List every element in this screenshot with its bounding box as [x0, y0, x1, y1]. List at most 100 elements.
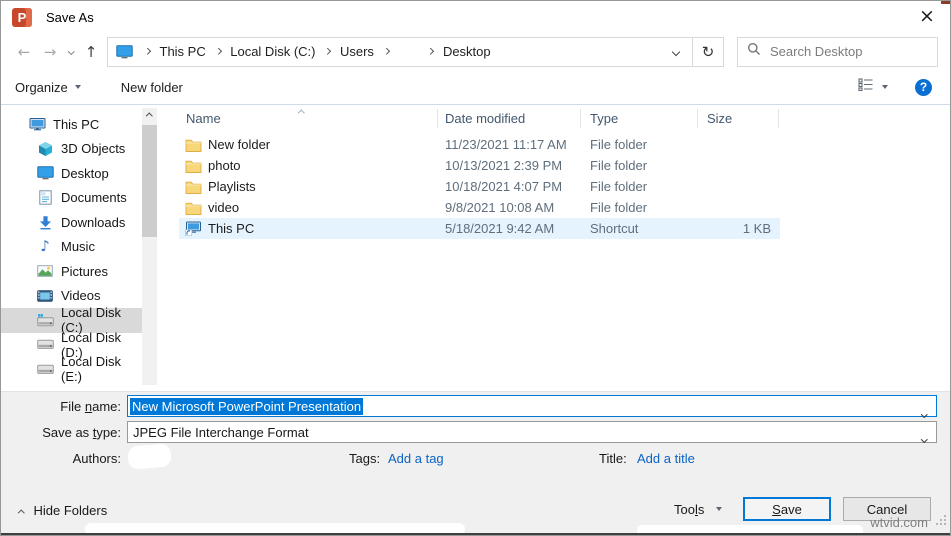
sidebar-item-pictures[interactable]: Pictures: [1, 259, 142, 284]
date-modified-cell: 5/18/2021 9:42 AM: [445, 221, 555, 236]
main-area: This PC 3D Objects Desktop Documents Downloa…: [1, 105, 950, 535]
music-icon: ♪: [40, 237, 50, 256]
file-rows: New folder 11/23/2021 11:17 AM File folder…: [179, 134, 950, 239]
tools-button[interactable]: Tools: [674, 497, 723, 521]
sidebar-item-this-pc[interactable]: This PC: [1, 112, 142, 137]
refresh-icon[interactable]: ↻: [692, 37, 723, 66]
back-icon[interactable]: ←: [11, 43, 37, 61]
add-a-tag-link[interactable]: Add a tag: [388, 451, 444, 466]
tools-label: Tools: [674, 501, 705, 517]
disk-icon: [36, 364, 54, 375]
chevron-down-icon: [74, 85, 81, 89]
type-cell: File folder: [590, 137, 648, 152]
authors-label: Authors:: [72, 451, 121, 466]
search-box[interactable]: Search Desktop: [737, 36, 938, 67]
file-row-video[interactable]: video 9/8/2021 10:08 AM File folder: [179, 197, 780, 218]
breadcrumb-item-users[interactable]: Users: [338, 44, 376, 59]
forward-icon[interactable]: →: [37, 43, 63, 61]
file-name-input[interactable]: New Microsoft PowerPoint Presentation: [127, 395, 937, 417]
file-row-playlists[interactable]: Playlists 10/18/2021 4:07 PM File folder: [179, 176, 780, 197]
sidebar-scrollbar[interactable]: [142, 108, 157, 535]
chevron-down-icon[interactable]: [920, 429, 927, 444]
breadcrumb-item-local-disk-c[interactable]: Local Disk (C:): [228, 44, 317, 59]
type-cell: File folder: [590, 200, 648, 215]
scroll-up-icon[interactable]: [142, 109, 157, 124]
search-placeholder: Search Desktop: [770, 44, 863, 59]
disk-icon: [36, 339, 54, 350]
organize-button[interactable]: Organize: [15, 80, 81, 95]
size-cell: 1 KB: [742, 221, 771, 236]
save-as-type-select[interactable]: JPEG File Interchange Format: [127, 421, 937, 443]
file-name-text: photo: [208, 158, 241, 173]
save-button[interactable]: Save: [743, 497, 831, 521]
file-row-new-folder[interactable]: New folder 11/23/2021 11:17 AM File folder: [179, 134, 780, 155]
computer-shortcut-icon: [185, 221, 202, 236]
breadcrumb-separator-icon: [383, 48, 390, 55]
sidebar-item-label: This PC: [53, 116, 100, 132]
file-name-text: This PC: [208, 221, 255, 236]
file-name-cell: This PC: [179, 221, 438, 236]
add-a-title-link[interactable]: Add a title: [637, 451, 695, 466]
background-window-artifact: [941, 1, 950, 4]
file-name-text: New folder: [208, 137, 271, 152]
file-name-cell: Playlists: [179, 179, 438, 194]
new-folder-button[interactable]: New folder: [121, 80, 183, 95]
file-row-photo[interactable]: photo 10/13/2021 2:39 PM File folder: [179, 155, 780, 176]
file-name-cell: photo: [179, 158, 438, 173]
videos-icon: [36, 289, 54, 302]
sidebar-item-label: Pictures: [61, 263, 108, 279]
hide-folders-button[interactable]: Hide Folders: [18, 503, 108, 518]
chevron-down-icon[interactable]: [920, 403, 927, 421]
sidebar-item-3d-objects[interactable]: 3D Objects: [1, 137, 142, 162]
file-name-label: File name:: [60, 398, 121, 414]
column-headers: Name Date modified Type Size: [179, 105, 950, 131]
save-as-type-row: Save as type: JPEG File Interchange Form…: [1, 421, 950, 443]
folder-icon: [185, 138, 202, 152]
new-folder-label: New folder: [120, 79, 183, 95]
sidebar-item-label: 3D Objects: [61, 141, 126, 157]
title-label: Title:: [599, 451, 627, 466]
organize-label: Organize: [15, 79, 68, 95]
column-header-type[interactable]: Type: [581, 108, 698, 128]
dialog-bottom-border: [1, 533, 950, 535]
column-header-size[interactable]: Size: [698, 108, 779, 128]
date-modified-cell: 9/8/2021 10:08 AM: [445, 200, 555, 215]
address-bar[interactable]: This PC Local Disk (C:) Users Desktop ↻: [107, 36, 724, 67]
file-list-pane: Name Date modified Type Size New folder 1…: [173, 105, 950, 391]
up-icon[interactable]: ↑: [79, 43, 103, 61]
sidebar-item-local-disk-e[interactable]: Local Disk (E:): [1, 354, 142, 385]
navigation-bar: ← → ↑ This PC Local Disk (C:) Users Desktop…: [1, 33, 950, 70]
command-toolbar: Organize New folder ?: [1, 70, 950, 105]
sidebar-item-label: Documents: [61, 190, 127, 206]
sidebar-item-label: Local Disk (E:): [61, 354, 121, 385]
help-icon[interactable]: ?: [915, 78, 932, 96]
previous-locations-icon[interactable]: [660, 38, 692, 66]
close-icon[interactable]: ×: [906, 1, 948, 31]
resize-grip[interactable]: [936, 513, 947, 531]
sidebar-item-desktop[interactable]: Desktop: [1, 161, 142, 186]
sidebar-item-music[interactable]: ♪ Music: [1, 235, 142, 260]
file-name-value: New Microsoft PowerPoint Presentation: [130, 397, 364, 415]
recent-locations-icon[interactable]: [63, 48, 79, 55]
column-header-name[interactable]: Name: [179, 108, 438, 128]
save-as-type-label: Save as type:: [42, 424, 121, 440]
breadcrumb-item-this-pc[interactable]: This PC: [158, 44, 208, 59]
breadcrumb-separator-icon: [214, 48, 222, 55]
search-icon: [747, 42, 761, 61]
file-row-this-pc[interactable]: This PC 5/18/2021 9:42 AM Shortcut 1 KB: [179, 218, 780, 239]
sidebar-item-downloads[interactable]: Downloads: [1, 210, 142, 235]
sidebar-item-documents[interactable]: Documents: [1, 186, 142, 211]
save-as-type-value: JPEG File Interchange Format: [133, 424, 309, 440]
date-modified-cell: 10/18/2021 4:07 PM: [445, 179, 563, 194]
scrollbar-thumb[interactable]: [142, 125, 157, 237]
column-header-date-modified[interactable]: Date modified: [438, 108, 581, 128]
desktop-icon: [36, 166, 54, 180]
computer-icon: [28, 117, 46, 132]
file-name-cell: New folder: [179, 137, 438, 152]
type-cell: File folder: [590, 158, 648, 173]
tags-label: Tags:: [349, 451, 381, 466]
breadcrumb-item-desktop[interactable]: Desktop: [441, 44, 493, 59]
hide-folders-label: Hide Folders: [33, 503, 108, 518]
change-view-button[interactable]: [858, 78, 888, 96]
sidebar-item-label: Videos: [61, 288, 101, 304]
